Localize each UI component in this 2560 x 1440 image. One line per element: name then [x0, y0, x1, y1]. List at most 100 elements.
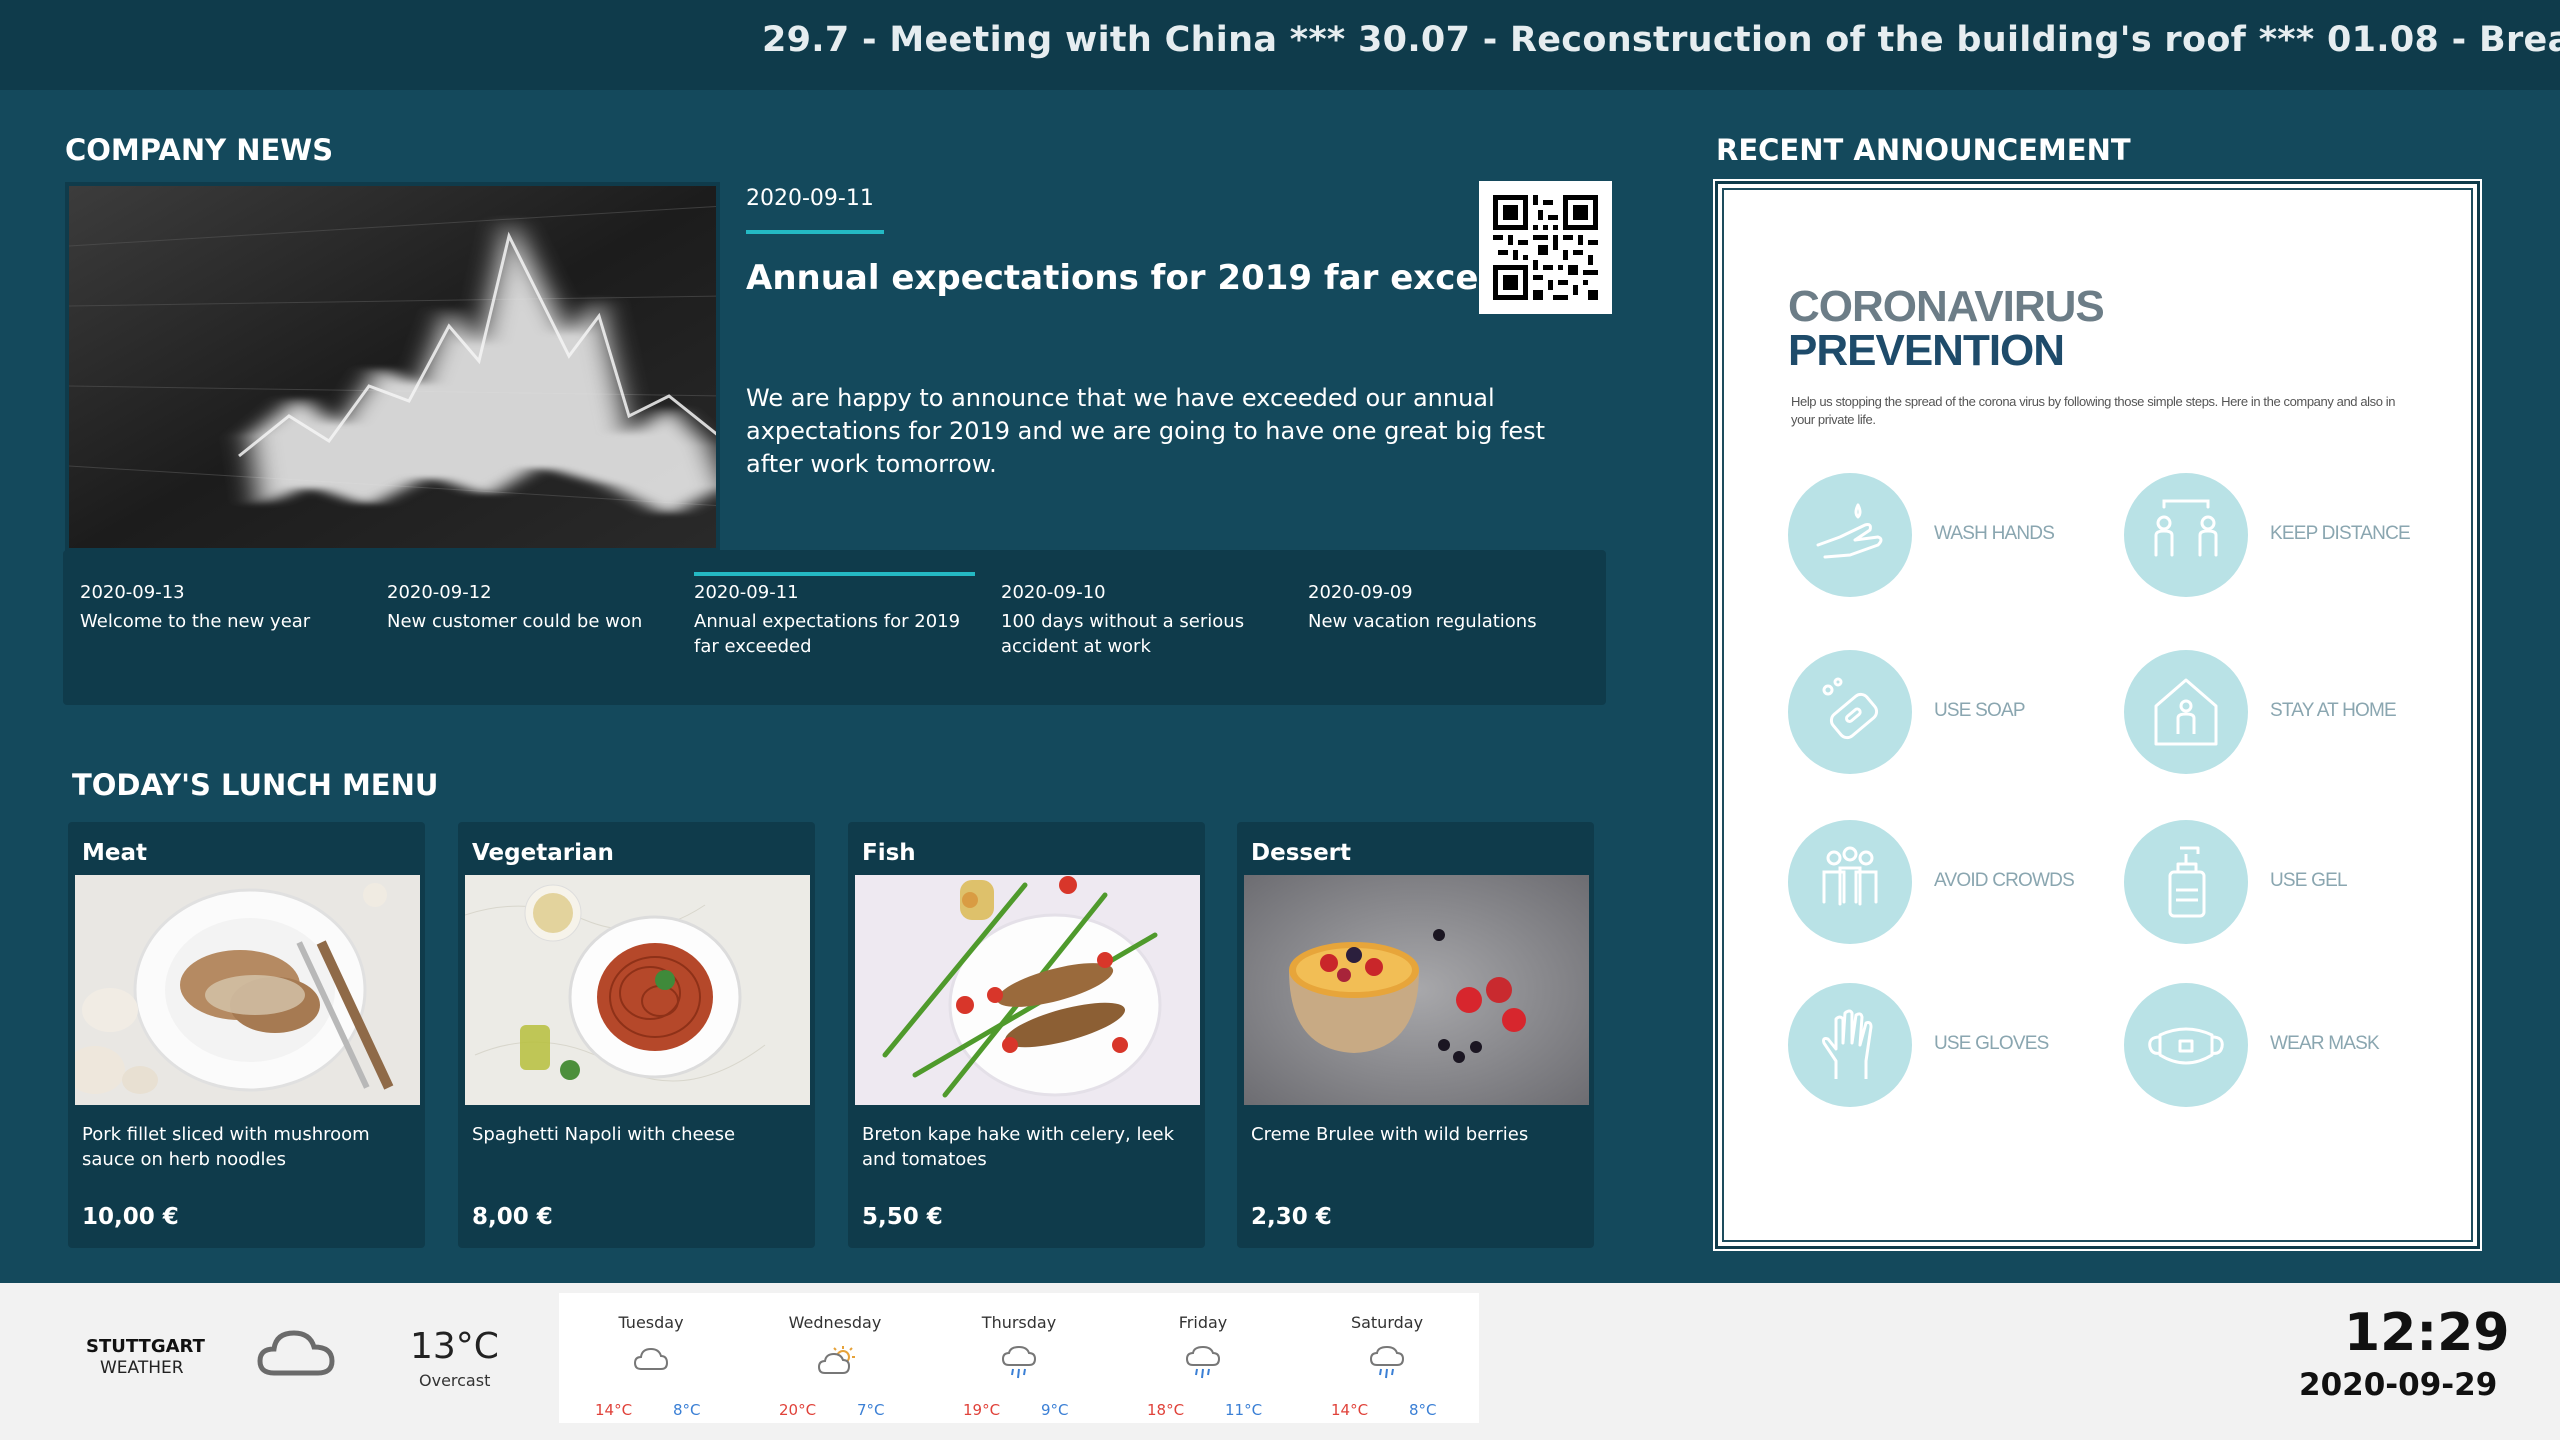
news-item-title: New customer could be won: [387, 611, 643, 632]
lunch-description: Spaghetti Napoli with cheese: [472, 1124, 736, 1145]
news-item[interactable]: 2020-09-09 New vacation regulations: [1308, 550, 1598, 705]
tip-avoid-crowds: AVOID CROWDS: [1788, 820, 2118, 950]
tip-stay-at-home: STAY AT HOME: [2124, 650, 2454, 780]
forecast-day: Saturday 14°C 8°C: [1295, 1293, 1479, 1423]
forecast-day-name: Tuesday: [618, 1313, 684, 1332]
forecast-day: Tuesday 14°C 8°C: [559, 1293, 743, 1423]
tip-label: AVOID CROWDS: [1934, 870, 2075, 891]
clock-date: 2020-09-29: [2299, 1367, 2498, 1403]
rain-icon: [1369, 1345, 1405, 1385]
lunch-description: Pork fillet sliced with mushroom sauce o…: [82, 1124, 370, 1170]
forecast-high: 20°C: [779, 1401, 817, 1419]
current-temperature: 13°C: [410, 1326, 499, 1367]
lunch-card-dessert: Dessert Creme Brulee with wild berries 2…: [1237, 822, 1594, 1248]
forecast-day: Wednesday 20°C 7°C: [743, 1293, 927, 1423]
news-item-title: Annual expectations for 2019 far exceede…: [694, 611, 961, 657]
weather-city: STUTTGART: [86, 1336, 205, 1357]
forecast-low: 9°C: [1041, 1401, 1069, 1419]
news-item-title: 100 days without a serious accident at w…: [1001, 611, 1245, 657]
mask-icon: [2148, 1027, 2224, 1065]
lunch-price: 10,00 €: [82, 1204, 179, 1230]
forecast-day: Thursday 19°C 9°C: [927, 1293, 1111, 1423]
rain-icon: [1001, 1345, 1037, 1385]
news-ticker: 29.7 - Meeting with China *** 30.07 - Re…: [0, 0, 2560, 90]
overcast-icon: [256, 1321, 336, 1385]
current-condition: Overcast: [419, 1371, 491, 1390]
tip-use-soap: USE SOAP: [1788, 650, 2118, 780]
forecast-low: 8°C: [1409, 1401, 1437, 1419]
lunch-description: Creme Brulee with wild berries: [1251, 1124, 1529, 1145]
forecast-day-name: Thursday: [981, 1313, 1057, 1332]
tip-wash-hands: WASH HANDS: [1788, 473, 2118, 603]
news-item[interactable]: 2020-09-10 100 days without a serious ac…: [1001, 550, 1291, 705]
news-item-date: 2020-09-13: [80, 582, 185, 603]
featured-news-date: 2020-09-11: [746, 186, 874, 211]
lunch-category: Vegetarian: [472, 840, 614, 866]
tip-label: KEEP DISTANCE: [2270, 523, 2411, 544]
forecast-day-name: Wednesday: [788, 1313, 882, 1332]
lunch-price: 5,50 €: [862, 1204, 943, 1230]
news-item-title: Welcome to the new year: [80, 611, 311, 632]
tip-wear-mask: WEAR MASK: [2124, 983, 2454, 1113]
keep-distance-icon: [2154, 499, 2218, 557]
news-item-date: 2020-09-11: [694, 582, 799, 603]
lunch-price: 2,30 €: [1251, 1204, 1332, 1230]
tip-label: USE GEL: [2270, 870, 2348, 891]
news-item-active[interactable]: 2020-09-11 Annual expectations for 2019 …: [694, 550, 984, 705]
featured-news-date-underline: [746, 230, 884, 234]
dessert-dish-image: [1244, 875, 1589, 1105]
cloud-icon: [633, 1345, 669, 1377]
news-item-date: 2020-09-12: [387, 582, 492, 603]
lunch-card-vegetarian: Vegetarian Spaghetti Napoli with cheese …: [458, 822, 815, 1248]
forecast-high: 18°C: [1147, 1401, 1185, 1419]
company-news-title: COMPANY NEWS: [65, 133, 334, 167]
tip-label: WASH HANDS: [1934, 523, 2055, 544]
lunch-card-meat: Meat Pork fillet sliced with mushroom sa…: [68, 822, 425, 1248]
featured-news-body: We are happy to announce that we have ex…: [746, 384, 1546, 478]
tip-label: USE GLOVES: [1934, 1033, 2049, 1054]
tip-use-gel: USE GEL: [2124, 820, 2454, 950]
glove-icon: [1822, 1009, 1873, 1079]
forecast-day-name: Saturday: [1350, 1313, 1424, 1332]
lunch-price: 8,00 €: [472, 1204, 553, 1230]
lunch-category: Fish: [862, 840, 916, 866]
lunch-category: Dessert: [1251, 840, 1352, 866]
poster-frame: CORONAVIRUS PREVENTION Help us stopping …: [1722, 188, 2473, 1242]
news-item-title: New vacation regulations: [1308, 611, 1537, 632]
footer-bar: STUTTGART WEATHER 13°C Overcast Tuesday …: [0, 1283, 2560, 1440]
fish-dish-image: [855, 875, 1200, 1105]
news-hero-image: [65, 182, 720, 552]
forecast-high: 14°C: [1331, 1401, 1369, 1419]
announcement-poster[interactable]: CORONAVIRUS PREVENTION Help us stopping …: [1713, 179, 2482, 1251]
lunch-card-fish: Fish Breton kape hake with celery, leek …: [848, 822, 1205, 1248]
tip-use-gloves: USE GLOVES: [1788, 983, 2118, 1113]
forecast-day: Friday 18°C 11°C: [1111, 1293, 1295, 1423]
soap-icon: [1822, 677, 1879, 740]
forecast-high: 19°C: [963, 1401, 1001, 1419]
rain-icon: [1185, 1345, 1221, 1385]
news-item-date: 2020-09-09: [1308, 582, 1413, 603]
meat-dish-image: [75, 875, 420, 1105]
news-item[interactable]: 2020-09-13 Welcome to the new year: [80, 550, 370, 705]
forecast-high: 14°C: [595, 1401, 633, 1419]
forecast-low: 8°C: [673, 1401, 701, 1419]
tip-label: USE SOAP: [1934, 700, 2026, 721]
ticker-text: 29.7 - Meeting with China *** 30.07 - Re…: [762, 20, 2560, 60]
forecast-low: 7°C: [857, 1401, 885, 1419]
forecast-day-name: Friday: [1178, 1313, 1228, 1332]
tip-label: STAY AT HOME: [2270, 700, 2397, 721]
lunch-description: Breton kape hake with celery, leek and t…: [862, 1124, 1175, 1170]
news-item-date: 2020-09-10: [1001, 582, 1106, 603]
poster-title-line2: PREVENTION: [1788, 326, 2065, 375]
tip-keep-distance: KEEP DISTANCE: [2124, 473, 2454, 603]
clock-time: 12:29: [2344, 1303, 2510, 1363]
poster-subtitle: Help us stopping the spread of the coron…: [1791, 394, 2396, 427]
lunch-category: Meat: [82, 840, 148, 866]
news-item[interactable]: 2020-09-12 New customer could be won: [387, 550, 677, 705]
announcement-title: RECENT ANNOUNCEMENT: [1716, 133, 2131, 167]
gel-bottle-icon: [2168, 846, 2206, 918]
qr-code[interactable]: [1479, 181, 1612, 314]
lunch-menu-title: TODAY'S LUNCH MENU: [72, 768, 439, 802]
weather-label: WEATHER: [100, 1358, 184, 1378]
forecast-low: 11°C: [1225, 1401, 1263, 1419]
